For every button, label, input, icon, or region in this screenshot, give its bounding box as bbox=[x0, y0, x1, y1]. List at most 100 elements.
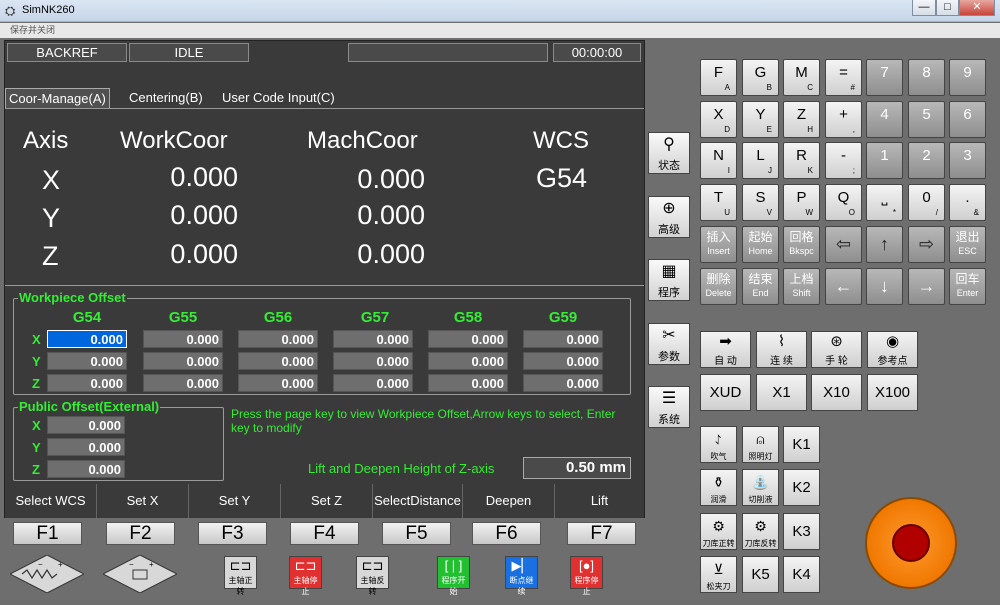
side-system-button[interactable]: ☰ 系统 bbox=[648, 386, 690, 428]
key-6[interactable]: 6 bbox=[949, 101, 986, 138]
lift-value[interactable]: 0.50 mm bbox=[523, 457, 631, 479]
aux-coolant-button[interactable]: ⛲ 切削液 bbox=[742, 469, 779, 506]
offset-cell[interactable]: 0.000 bbox=[333, 352, 413, 370]
spindle-override-dial[interactable]: − + bbox=[103, 555, 177, 593]
key-end[interactable]: 结束 End bbox=[742, 268, 779, 305]
key-s[interactable]: SV bbox=[742, 184, 779, 221]
key-l[interactable]: LJ bbox=[742, 142, 779, 179]
key-g[interactable]: GB bbox=[742, 59, 779, 96]
key-home[interactable]: 起始 Home bbox=[742, 226, 779, 263]
offset-cell[interactable]: 0.000 bbox=[47, 374, 127, 392]
f6-key[interactable]: F6 bbox=[472, 522, 541, 545]
k5-button[interactable]: K5 bbox=[742, 556, 779, 593]
softkey-set-y[interactable]: Set Y bbox=[189, 484, 281, 518]
offset-cell[interactable]: 0.000 bbox=[523, 330, 603, 348]
key-left[interactable]: ← bbox=[825, 268, 862, 305]
offset-cell[interactable]: 0.000 bbox=[47, 352, 127, 370]
offset-cell[interactable]: 0.000 bbox=[523, 374, 603, 392]
key-p[interactable]: PW bbox=[783, 184, 820, 221]
key-enter[interactable]: 回车 Enter bbox=[949, 268, 986, 305]
spindle-forward-button[interactable]: ⊏⊐ 主轴正转 bbox=[224, 556, 257, 596]
key-right[interactable]: → bbox=[908, 268, 945, 305]
key-9[interactable]: 9 bbox=[949, 59, 986, 96]
key-esc[interactable]: 退出 ESC bbox=[949, 226, 986, 263]
key-n[interactable]: NI bbox=[700, 142, 737, 179]
key-0[interactable]: 0/ bbox=[908, 184, 945, 221]
aux-air-blow-button[interactable]: ⥌ 吹气 bbox=[700, 426, 737, 463]
softkey-select-distance[interactable]: SelectDistance bbox=[373, 484, 463, 518]
key-m[interactable]: MC bbox=[783, 59, 820, 96]
key-5[interactable]: 5 bbox=[908, 101, 945, 138]
feed-override-dial[interactable]: − + bbox=[10, 555, 84, 593]
key-y[interactable]: YE bbox=[742, 101, 779, 138]
spindle-reverse-button[interactable]: ⊏⊐ 主轴反转 bbox=[356, 556, 389, 596]
softkey-select-wcs[interactable]: Select WCS bbox=[5, 484, 97, 518]
f4-key[interactable]: F4 bbox=[290, 522, 359, 545]
k4-button[interactable]: K4 bbox=[783, 556, 820, 593]
close-button[interactable]: ✕ bbox=[959, 0, 995, 16]
offset-cell[interactable]: 0.000 bbox=[428, 374, 508, 392]
public-cell-x[interactable]: 0.000 bbox=[47, 416, 125, 434]
key-minus[interactable]: -; bbox=[825, 142, 862, 179]
softkey-set-z[interactable]: Set Z bbox=[281, 484, 373, 518]
f7-key[interactable]: F7 bbox=[567, 522, 636, 545]
mult-x100-button[interactable]: X100 bbox=[867, 374, 918, 411]
key-7[interactable]: 7 bbox=[866, 59, 903, 96]
program-stop-button[interactable]: [●] 程序停止 bbox=[570, 556, 603, 596]
aux-tool-mag-rev-button[interactable]: ⚙ 刀库反转 bbox=[742, 513, 779, 550]
f1-key[interactable]: F1 bbox=[13, 522, 82, 545]
aux-light-button[interactable]: ⍝ 照明灯 bbox=[742, 426, 779, 463]
side-program-button[interactable]: ▦ 程序 bbox=[648, 259, 690, 301]
softkey-lift[interactable]: Lift bbox=[555, 484, 644, 518]
softkey-deepen[interactable]: Deepen bbox=[463, 484, 555, 518]
softkey-set-x[interactable]: Set X bbox=[97, 484, 189, 518]
side-status-button[interactable]: ⚲ 状态 bbox=[648, 132, 690, 174]
key-space[interactable]: ⎵ * bbox=[866, 184, 903, 221]
save-close-menu[interactable]: 保存并关闭 bbox=[10, 25, 55, 35]
offset-cell[interactable]: 0.000 bbox=[238, 330, 318, 348]
offset-cell[interactable]: 0.000 bbox=[238, 374, 318, 392]
offset-cell[interactable]: 0.000 bbox=[143, 352, 223, 370]
key-page-right[interactable]: ⇨ bbox=[908, 226, 945, 263]
key-backspace[interactable]: 回格 Bkspc bbox=[783, 226, 820, 263]
offset-cell[interactable]: 0.000 bbox=[47, 330, 127, 348]
public-cell-y[interactable]: 0.000 bbox=[47, 438, 125, 456]
tab-centering[interactable]: Centering(B) bbox=[129, 88, 203, 108]
tab-user-code[interactable]: User Code Input(C) bbox=[222, 88, 335, 108]
aux-tool-mag-fwd-button[interactable]: ⚙ 刀库正转 bbox=[700, 513, 737, 550]
key-3[interactable]: 3 bbox=[949, 142, 986, 179]
offset-cell[interactable]: 0.000 bbox=[143, 330, 223, 348]
side-parameter-button[interactable]: ✂ 参数 bbox=[648, 323, 690, 365]
key-2[interactable]: 2 bbox=[908, 142, 945, 179]
breakpoint-resume-button[interactable]: ▶▏ 断点继续 bbox=[505, 556, 538, 596]
k3-button[interactable]: K3 bbox=[783, 513, 820, 550]
program-start-button[interactable]: [ | ] 程序开始 bbox=[437, 556, 470, 596]
key-shift[interactable]: 上档 Shift bbox=[783, 268, 820, 305]
offset-cell[interactable]: 0.000 bbox=[333, 374, 413, 392]
mode-continuous-button[interactable]: ⌇ 连 续 bbox=[756, 331, 807, 368]
key-equals[interactable]: = # bbox=[825, 59, 862, 96]
offset-cell[interactable]: 0.000 bbox=[428, 352, 508, 370]
mode-handwheel-button[interactable]: ⊛ 手 轮 bbox=[811, 331, 862, 368]
key-z[interactable]: ZH bbox=[783, 101, 820, 138]
key-delete[interactable]: 删除 Delete bbox=[700, 268, 737, 305]
mult-x1-button[interactable]: X1 bbox=[756, 374, 807, 411]
aux-lube-button[interactable]: ⚱ 润滑 bbox=[700, 469, 737, 506]
key-4[interactable]: 4 bbox=[866, 101, 903, 138]
tab-coor-manage[interactable]: Coor-Manage(A) bbox=[5, 88, 110, 108]
key-up[interactable]: ↑ bbox=[866, 226, 903, 263]
side-advanced-button[interactable]: ⊕ 高级 bbox=[648, 196, 690, 238]
key-plus[interactable]: +, bbox=[825, 101, 862, 138]
offset-cell[interactable]: 0.000 bbox=[428, 330, 508, 348]
emergency-stop-button[interactable] bbox=[865, 497, 957, 589]
mult-x10-button[interactable]: X10 bbox=[811, 374, 862, 411]
public-cell-z[interactable]: 0.000 bbox=[47, 460, 125, 478]
offset-cell[interactable]: 0.000 bbox=[143, 374, 223, 392]
key-page-left[interactable]: ⇦ bbox=[825, 226, 862, 263]
key-x[interactable]: XD bbox=[700, 101, 737, 138]
key-insert[interactable]: 插入 Insert bbox=[700, 226, 737, 263]
k2-button[interactable]: K2 bbox=[783, 469, 820, 506]
mult-xud-button[interactable]: XUD bbox=[700, 374, 751, 411]
key-q[interactable]: QO bbox=[825, 184, 862, 221]
key-8[interactable]: 8 bbox=[908, 59, 945, 96]
